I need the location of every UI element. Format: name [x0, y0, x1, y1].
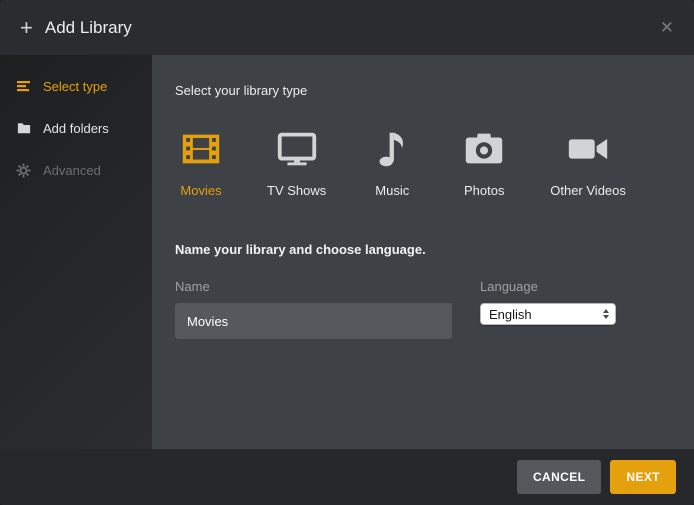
- library-type-label: Movies: [180, 183, 221, 198]
- sidebar-item-label: Advanced: [43, 163, 101, 178]
- library-type-label: Other Videos: [550, 183, 626, 198]
- video-camera-icon: [565, 125, 611, 173]
- next-button[interactable]: NEXT: [610, 460, 676, 494]
- library-type-heading: Select your library type: [175, 83, 670, 98]
- name-field-group: Name: [175, 279, 452, 339]
- sidebar-item-label: Add folders: [43, 121, 109, 136]
- sidebar-item-add-folders[interactable]: Add folders: [0, 107, 152, 149]
- language-selected-value: English: [489, 307, 601, 322]
- main-panel: Select your library type Mov: [152, 55, 694, 449]
- library-type-music[interactable]: Music: [366, 125, 418, 198]
- sidebar-item-advanced[interactable]: Advanced: [0, 149, 152, 191]
- add-library-dialog: + Add Library ✕ Select type Add folders: [0, 0, 694, 505]
- select-stepper-icon: [601, 309, 611, 319]
- library-name-input[interactable]: [175, 303, 452, 339]
- library-type-label: Music: [375, 183, 409, 198]
- language-select[interactable]: English: [480, 303, 616, 325]
- dialog-footer: CANCEL NEXT: [0, 449, 694, 505]
- camera-icon: [461, 125, 507, 173]
- library-type-other-videos[interactable]: Other Videos: [550, 125, 626, 198]
- sidebar-item-label: Select type: [43, 79, 107, 94]
- library-type-tv-shows[interactable]: TV Shows: [267, 125, 326, 198]
- close-icon[interactable]: ✕: [660, 19, 674, 36]
- tv-icon: [274, 125, 320, 173]
- dialog-title: Add Library: [45, 18, 132, 38]
- sidebar-item-select-type[interactable]: Select type: [0, 65, 152, 107]
- type-lines-icon: [16, 78, 33, 94]
- library-type-tiles: Movies TV Shows: [175, 125, 670, 198]
- dialog-body: Select type Add folders: [0, 55, 694, 449]
- language-label: Language: [480, 279, 616, 294]
- name-language-row: Name Language English: [175, 279, 670, 339]
- music-note-icon: [369, 125, 415, 173]
- plus-icon: +: [20, 17, 33, 39]
- language-field-group: Language English: [480, 279, 616, 325]
- library-type-movies[interactable]: Movies: [175, 125, 227, 198]
- film-icon: [178, 125, 224, 173]
- library-type-photos[interactable]: Photos: [458, 125, 510, 198]
- cancel-button[interactable]: CANCEL: [517, 460, 601, 494]
- name-label: Name: [175, 279, 452, 294]
- folder-icon: [16, 121, 33, 135]
- library-type-label: Photos: [464, 183, 504, 198]
- dialog-header: + Add Library ✕: [0, 0, 694, 55]
- name-section-heading: Name your library and choose language.: [175, 242, 670, 257]
- library-type-label: TV Shows: [267, 183, 326, 198]
- gear-icon: [16, 163, 33, 178]
- sidebar: Select type Add folders: [0, 55, 152, 449]
